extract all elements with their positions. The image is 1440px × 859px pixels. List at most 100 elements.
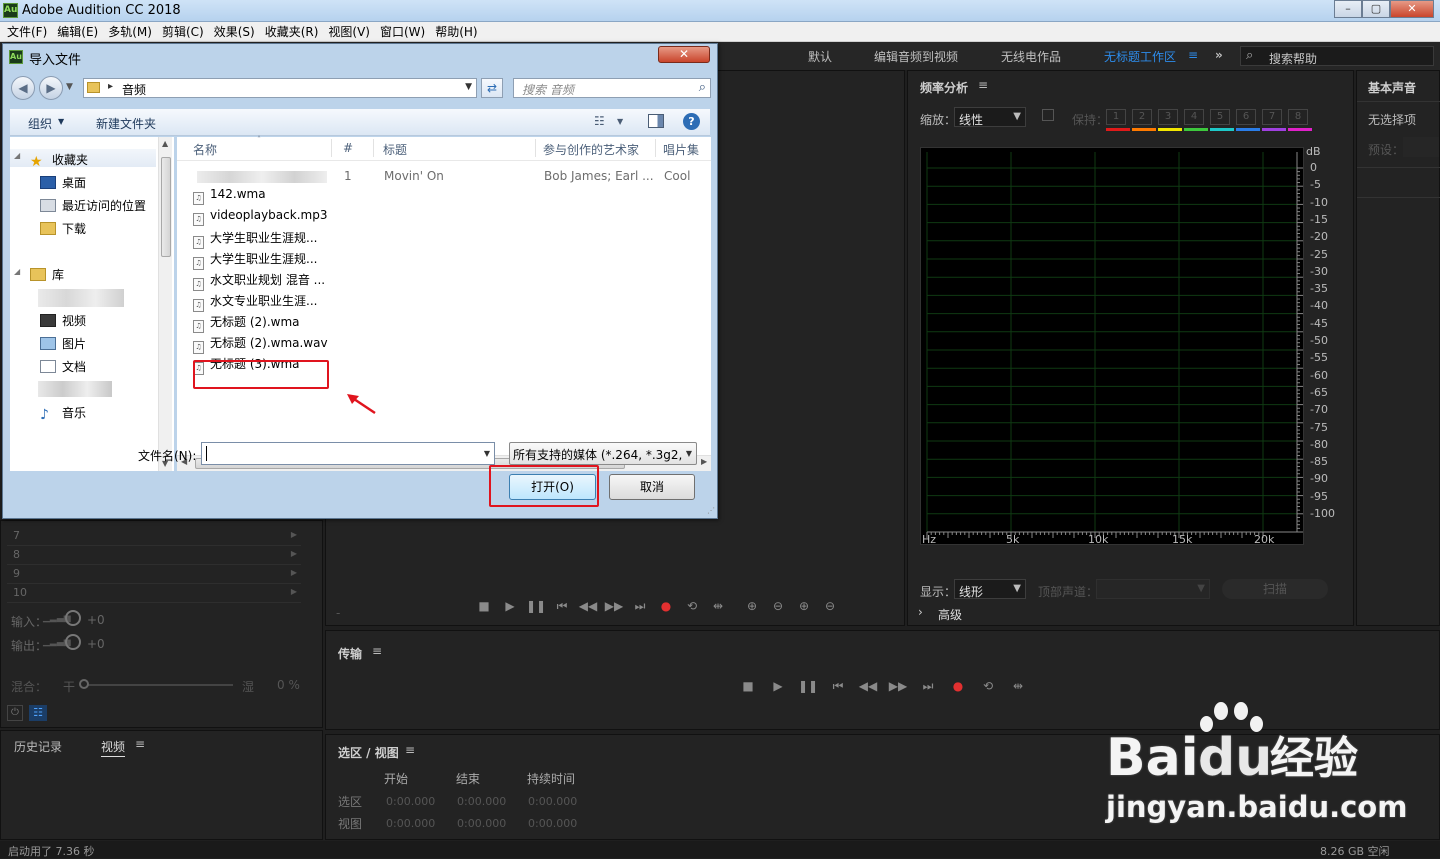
zoom-out-amplitude-icon[interactable]: ⊖ <box>768 599 788 614</box>
chevron-right-icon[interactable]: ▶ <box>291 587 297 596</box>
nav-pictures[interactable]: 图片 <box>40 335 86 352</box>
mix-slider-handle[interactable] <box>79 679 89 689</box>
power-icon[interactable]: ⏻ <box>7 705 23 721</box>
dialog-search-box[interactable]: 搜索 音频 ⌕ <box>513 78 711 98</box>
nav-desktop[interactable]: 桌面 <box>40 174 86 191</box>
scroll-right-arrow-icon[interactable]: ▶ <box>701 457 707 466</box>
chevron-right-icon[interactable]: ▶ <box>291 530 297 539</box>
menu-effects[interactable]: 效果(S) <box>209 22 260 41</box>
go-to-end-icon[interactable]: ⏭ <box>918 679 938 694</box>
zoom-out-time-icon[interactable]: ⊖ <box>820 599 840 614</box>
chevron-right-icon[interactable]: ▶ <box>291 568 297 577</box>
col-artist[interactable]: 参与创作的艺术家 <box>543 141 639 158</box>
menu-window[interactable]: 窗口(W) <box>375 22 430 41</box>
address-bar[interactable]: ▸ 音频 ▼ <box>83 78 477 98</box>
file-row[interactable]: ♫ 无标题 (2).wma.wav <box>193 334 328 354</box>
panel-menu-icon[interactable]: ≡ <box>978 78 988 92</box>
menu-edit[interactable]: 编辑(E) <box>52 22 103 41</box>
chevron-right-icon[interactable]: ▶ <box>291 549 297 558</box>
selection-start[interactable]: 0:00.000 <box>386 795 435 808</box>
file-row-first[interactable]: 1 Movin' On Bob James; Earl ... Cool <box>177 166 711 186</box>
go-to-start-icon[interactable]: ⏮ <box>552 599 572 614</box>
organize-menu[interactable]: 组织 <box>28 115 52 132</box>
chevron-down-icon[interactable]: ▼ <box>58 117 64 126</box>
tab-video[interactable]: 视频 <box>101 738 126 757</box>
open-button[interactable]: 打开(O) <box>509 474 596 500</box>
filetype-select[interactable]: 所有支持的媒体 (*.264, *.3g2, ▼ <box>509 442 697 465</box>
forward-arrow-icon[interactable]: ▶ <box>39 76 63 100</box>
menu-view[interactable]: 视图(V) <box>323 22 375 41</box>
file-row[interactable]: ♫ 水文职业规划 混音 ... <box>193 271 325 291</box>
mix-slider[interactable] <box>83 684 233 686</box>
track-row[interactable]: 7 ▶ <box>7 527 301 546</box>
search-icon[interactable]: ⌕ <box>699 80 706 95</box>
panel-menu-icon[interactable]: ≡ <box>372 644 382 658</box>
file-row[interactable]: ♫ 无标题 (2).wma <box>193 313 300 333</box>
workspace-edit-audio-to-video[interactable]: 编辑音频到视频 <box>874 48 958 65</box>
nav-recent[interactable]: 最近访问的位置 <box>40 197 146 214</box>
file-row[interactable]: ♫ 大学生职业生涯规... <box>193 250 317 270</box>
zoom-in-time-icon[interactable]: ⊕ <box>794 599 814 614</box>
close-window-button[interactable]: ✕ <box>1390 0 1434 18</box>
zoom-in-amplitude-icon[interactable]: ⊕ <box>742 599 762 614</box>
dialog-close-button[interactable]: ✕ <box>658 46 710 63</box>
view-options-icon[interactable]: ☷ <box>594 114 605 128</box>
rewind-icon[interactable]: ◀◀ <box>578 599 598 614</box>
play-icon[interactable]: ▶ <box>500 599 520 614</box>
cancel-button[interactable]: 取消 <box>609 474 695 500</box>
file-row[interactable]: ♫ videoplayback.mp3 <box>193 208 327 228</box>
hold-slot-1[interactable]: 1 <box>1106 109 1130 131</box>
track-row[interactable]: 10 ▶ <box>7 584 301 603</box>
hold-slot-6[interactable]: 6 <box>1236 109 1260 131</box>
col-title[interactable]: 标题 <box>383 141 407 158</box>
input-knob[interactable] <box>65 610 81 626</box>
new-folder-button[interactable]: 新建文件夹 <box>96 115 156 132</box>
zoom-select[interactable]: 线性 ▼ <box>954 107 1026 127</box>
minimize-button[interactable]: – <box>1334 0 1362 18</box>
col-name[interactable]: 名称 <box>193 141 217 158</box>
record-icon[interactable]: ● <box>948 679 968 694</box>
file-row[interactable]: ♫ 大学生职业生涯规... <box>193 229 317 249</box>
advanced-toggle[interactable]: 高级 <box>938 606 962 623</box>
preset-select[interactable] <box>1403 137 1439 157</box>
record-icon[interactable]: ● <box>656 599 676 614</box>
view-start[interactable]: 0:00.000 <box>386 817 435 830</box>
menu-multitrack[interactable]: 多轨(M) <box>103 22 157 41</box>
menu-clip[interactable]: 剪辑(C) <box>157 22 209 41</box>
menu-favorites[interactable]: 收藏夹(R) <box>260 22 324 41</box>
nav-documents[interactable]: 文档 <box>40 358 86 375</box>
track-row[interactable]: 9 ▶ <box>7 565 301 584</box>
hold-slot-3[interactable]: 3 <box>1158 109 1182 131</box>
fast-forward-icon[interactable]: ▶▶ <box>888 679 908 694</box>
chevron-down-icon[interactable]: ▼ <box>465 82 472 92</box>
resize-grip-icon[interactable]: ⋰ <box>707 506 715 515</box>
top-channel-select[interactable]: ▼ <box>1096 579 1210 599</box>
nav-music[interactable]: ♪ 音乐 <box>40 404 86 423</box>
nav-videos[interactable]: 视频 <box>40 312 86 329</box>
file-row[interactable]: ♫ 水文专业职业生涯... <box>193 292 317 312</box>
menu-file[interactable]: 文件(F) <box>2 22 52 41</box>
dialog-search-input[interactable]: 搜索 音频 <box>522 81 574 98</box>
display-select[interactable]: 线形 ▼ <box>954 579 1026 599</box>
view-end[interactable]: 0:00.000 <box>457 817 506 830</box>
panel-menu-icon[interactable]: ≡ <box>135 737 145 751</box>
hold-slot-8[interactable]: 8 <box>1288 109 1312 131</box>
breadcrumb-audio[interactable]: 音频 <box>122 81 146 98</box>
chevron-down-icon[interactable]: ▼ <box>686 449 692 458</box>
loop-icon[interactable]: ⟲ <box>682 599 702 614</box>
stop-icon[interactable]: ■ <box>738 679 758 694</box>
help-search-box[interactable]: ⌕ 搜索帮助 <box>1240 46 1434 66</box>
workspace-menu-icon[interactable]: ≡ <box>1188 48 1198 62</box>
loop-icon[interactable]: ⟲ <box>978 679 998 694</box>
tab-history[interactable]: 历史记录 <box>14 738 62 755</box>
pause-icon[interactable]: ❚❚ <box>798 679 818 694</box>
hold-slot-2[interactable]: 2 <box>1132 109 1156 131</box>
filename-input[interactable]: ▼ <box>201 442 495 465</box>
collapse-arrow-icon[interactable]: ◢ <box>14 151 20 160</box>
nav-downloads[interactable]: 下载 <box>40 220 86 237</box>
go-to-end-icon[interactable]: ⏭ <box>630 599 650 614</box>
help-icon[interactable]: ? <box>683 113 700 130</box>
hold-lock-icon[interactable] <box>1042 109 1054 121</box>
workspace-untitled[interactable]: 无标题工作区 <box>1104 48 1176 65</box>
workspace-radio[interactable]: 无线电作品 <box>1001 48 1061 65</box>
